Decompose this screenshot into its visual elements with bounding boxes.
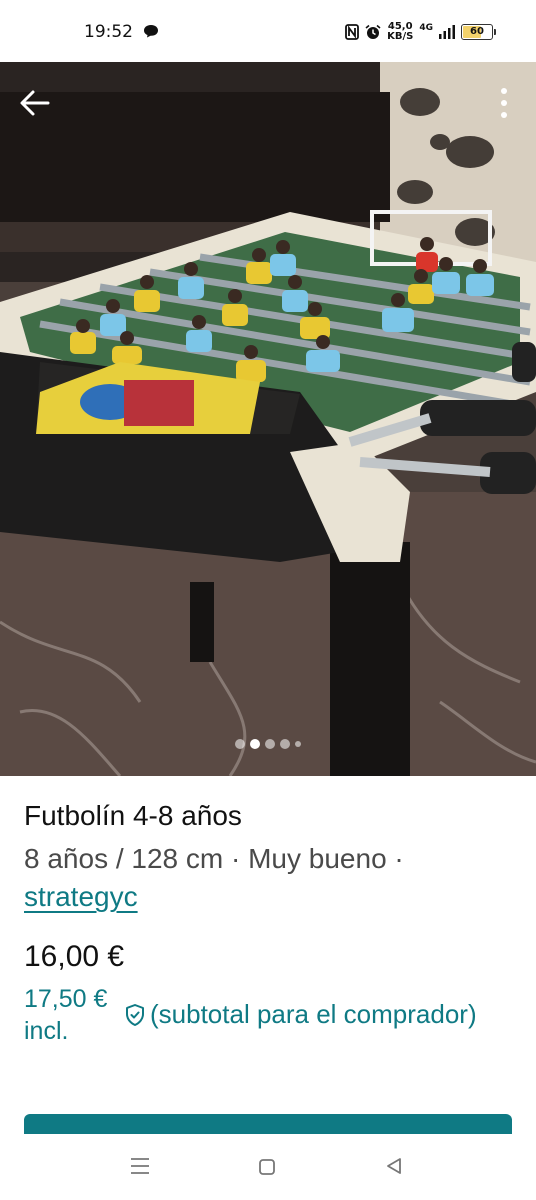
foosball-table-photo	[0, 62, 536, 776]
gallery-pagination	[0, 739, 536, 749]
network-type: 4G	[419, 23, 433, 33]
battery-tip	[494, 29, 496, 35]
network-speed: 45,0 KB/S	[387, 22, 413, 42]
home-icon[interactable]	[258, 1158, 276, 1176]
back-icon[interactable]	[384, 1156, 404, 1176]
speed-unit: KB/S	[387, 31, 414, 42]
status-bar: 19:52 45,0 KB/S 4G 60	[0, 0, 536, 62]
item-size-condition: 8 años / 128 cm · Muy bueno ·	[24, 843, 404, 874]
buyer-total-price[interactable]: 17,50 € incl.	[24, 983, 124, 1047]
alarm-icon	[365, 24, 381, 39]
buyer-protection-note[interactable]: (subtotal para el comprador)	[124, 999, 477, 1030]
pagination-dot[interactable]	[265, 739, 275, 749]
seller-link[interactable]: strategyc	[24, 881, 138, 912]
buyer-protection-text: (subtotal para el comprador)	[150, 999, 477, 1029]
arrow-left-icon[interactable]	[18, 88, 52, 118]
shield-check-icon	[126, 1003, 144, 1026]
battery-indicator: 60	[461, 24, 493, 40]
item-price: 16,00 €	[24, 940, 125, 973]
battery-level: 60	[470, 26, 484, 37]
system-nav-bar	[0, 1134, 536, 1200]
item-photo[interactable]	[0, 62, 536, 776]
signal-icon	[439, 25, 455, 39]
pagination-dot-active[interactable]	[250, 739, 260, 749]
pagination-dot[interactable]	[235, 739, 245, 749]
buy-button[interactable]	[24, 1114, 512, 1134]
more-vertical-icon[interactable]	[498, 86, 510, 120]
item-title: Futbolín 4-8 años	[24, 800, 242, 831]
chat-bubble-icon	[144, 25, 158, 38]
status-icons: 45,0 KB/S 4G 60	[345, 20, 496, 44]
item-details: 8 años / 128 cm · Muy bueno · strategyc	[24, 840, 514, 916]
pagination-dot[interactable]	[280, 739, 290, 749]
status-time: 19:52	[84, 22, 133, 42]
nfc-icon	[345, 24, 360, 40]
pagination-dot[interactable]	[295, 741, 301, 747]
menu-icon[interactable]	[129, 1156, 151, 1176]
